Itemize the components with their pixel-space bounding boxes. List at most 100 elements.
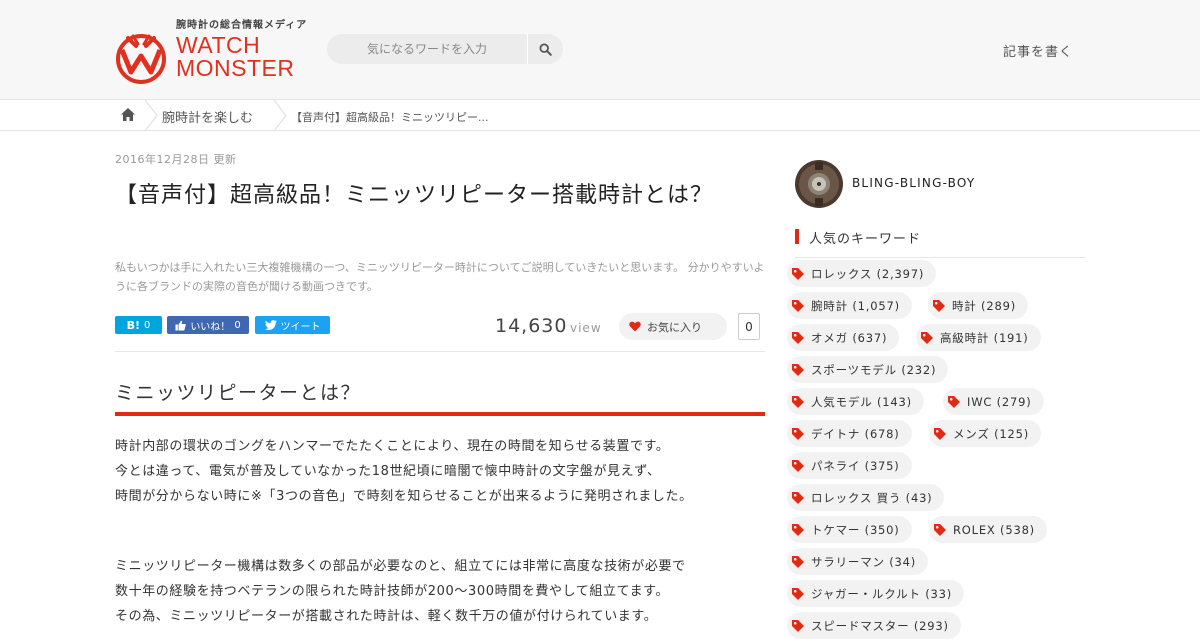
article-paragraph-1: 時計内部の環状のゴングをハンマーでたたくことにより、現在の時間を知らせる装置です…	[115, 434, 765, 509]
view-count: 14,630	[495, 315, 568, 337]
view-count-unit: view	[570, 321, 602, 335]
author-avatar[interactable]	[795, 160, 843, 208]
tag-icon	[934, 523, 946, 536]
keyword-label: メンズ (125)	[953, 426, 1030, 441]
keyword-tag[interactable]: 高級時計 (191)	[916, 324, 1041, 351]
keyword-tag[interactable]: トケマー (350)	[787, 516, 912, 543]
keyword-label: 人気モデル (143)	[811, 394, 912, 409]
keyword-tag[interactable]: IWC (279)	[943, 388, 1044, 415]
keyword-tag[interactable]: オメガ (637)	[787, 324, 900, 351]
tag-icon	[792, 555, 804, 568]
thumbs-up-icon	[175, 320, 187, 330]
tag-icon	[792, 427, 804, 440]
facebook-like-count: 0	[234, 319, 241, 331]
keyword-label: IWC (279)	[967, 394, 1032, 409]
keyword-label: ロレックス 買う (43)	[811, 490, 933, 505]
breadcrumb-item-current: 【音声付】超高級品！ミニッツリピー...	[291, 111, 489, 124]
site-logo[interactable]: 腕時計の総合情報メディア WATCH MONSTER	[114, 14, 314, 86]
logo-mark-icon	[116, 34, 166, 84]
heart-icon	[629, 321, 641, 332]
hatena-bookmark-button[interactable]: B! 0	[115, 316, 162, 334]
keyword-label: サラリーマン (34)	[811, 554, 917, 569]
keyword-label: オメガ (637)	[811, 330, 888, 345]
popular-keywords-title: 人気のキーワード	[809, 232, 922, 247]
site-header: 腕時計の総合情報メディア WATCH MONSTER 記事を書く	[0, 0, 1200, 100]
search-button[interactable]	[527, 34, 563, 64]
breadcrumb-separator	[144, 100, 158, 131]
keyword-tag[interactable]: パネライ (375)	[787, 452, 912, 479]
paragraph-line: 時計内部の環状のゴングをハンマーでたたくことにより、現在の時間を知らせる装置です…	[115, 439, 670, 454]
keyword-label: スピードマスター (293)	[811, 618, 949, 633]
keyword-tag[interactable]: 人気モデル (143)	[787, 388, 924, 415]
tag-icon	[934, 427, 946, 440]
facebook-like-label: いいね！	[190, 321, 231, 333]
popular-keywords-heading: 人気のキーワード	[795, 228, 1085, 258]
favorite-button[interactable]: お気に入り	[619, 313, 727, 340]
keyword-tag[interactable]: スポーツモデル (232)	[787, 356, 949, 383]
facebook-like-button[interactable]: いいね！ 0	[167, 316, 249, 334]
write-article-link[interactable]: 記事を書く	[1003, 41, 1073, 60]
favorite-label: お気に入り	[647, 320, 702, 334]
keyword-label: ROLEX (538)	[953, 522, 1035, 537]
keyword-tag[interactable]: ロレックス (2,397)	[787, 260, 937, 287]
paragraph-line: 数十年の経験を持つベテランの限られた時計技師が200～300時間を費やして組立て…	[115, 584, 670, 599]
article-date: 2016年12月28日 更新	[115, 153, 237, 166]
keyword-label: ジャガー・ルクルト (33)	[811, 586, 953, 601]
breadcrumb: 腕時計を楽しむ 【音声付】超高級品！ミニッツリピー...	[0, 100, 1200, 131]
tag-icon	[792, 395, 804, 408]
search-input[interactable]	[327, 34, 527, 64]
tag-icon	[792, 619, 804, 632]
tag-icon	[792, 363, 804, 376]
breadcrumb-item-category[interactable]: 腕時計を楽しむ	[162, 107, 253, 126]
keyword-label: トケマー (350)	[811, 522, 900, 537]
keyword-tag[interactable]: メンズ (125)	[929, 420, 1042, 447]
keyword-tag[interactable]: サラリーマン (34)	[787, 548, 929, 575]
tag-icon	[792, 267, 804, 280]
paragraph-line: 時間が分からない時に※「3つの音色」で時刻を知らせることが出来るように発明されま…	[115, 489, 693, 504]
keyword-label: 高級時計 (191)	[940, 330, 1029, 345]
tag-icon	[792, 331, 804, 344]
article-paragraph-2: ミニッツリピーター機構は数多くの部品が必要なのと、組立てには非常に高度な技術が必…	[115, 554, 765, 629]
breadcrumb-separator	[273, 100, 287, 131]
tag-icon	[792, 459, 804, 472]
author-avatar-image	[795, 160, 843, 208]
tag-icon	[792, 299, 804, 312]
divider	[115, 351, 765, 352]
keyword-tag[interactable]: ジャガー・ルクルト (33)	[787, 580, 965, 607]
article-lead: 私もいつかは手に入れたい三大複雑機構の一つ、ミニッツリピーター時計についてご説明…	[115, 261, 765, 293]
keyword-label: 腕時計 (1,057)	[811, 298, 900, 313]
keyword-tag[interactable]: ROLEX (538)	[929, 516, 1047, 543]
keyword-label: 時計 (289)	[952, 298, 1016, 313]
twitter-tweet-label: ツイート	[280, 321, 321, 333]
tag-icon	[921, 331, 933, 344]
tag-icon	[792, 587, 804, 600]
tag-icon	[792, 491, 804, 504]
logo-line-1: WATCH	[176, 32, 261, 58]
article-title: 【音声付】超高級品！ミニッツリピーター搭載時計とは？	[115, 183, 714, 208]
tag-icon	[933, 299, 945, 312]
section-heading: ミニッツリピーターとは？	[115, 378, 765, 416]
keyword-tag[interactable]: ロレックス 買う (43)	[787, 484, 945, 511]
author-name[interactable]: BLING-BLING-BOY	[852, 176, 975, 190]
keyword-tag[interactable]: 時計 (289)	[928, 292, 1028, 319]
keyword-label: デイトナ (678)	[811, 426, 900, 441]
twitter-bird-icon	[264, 320, 277, 330]
hatena-count: 0	[144, 319, 151, 331]
paragraph-line: その為、ミニッツリピーターが搭載された時計は、軽く数千万の値が付けられています。	[115, 609, 658, 624]
keyword-tag[interactable]: デイトナ (678)	[787, 420, 912, 447]
search-box	[327, 34, 563, 64]
paragraph-line: 今とは違って、電気が普及していなかった18世紀頃に暗闇で懐中時計の文字盤が見えず…	[115, 464, 661, 479]
tag-icon	[948, 395, 960, 408]
keyword-label: パネライ (375)	[811, 458, 900, 473]
search-icon	[539, 42, 552, 56]
hatena-icon: B!	[126, 318, 141, 332]
twitter-tweet-button[interactable]: ツイート	[255, 316, 330, 334]
keyword-label: ロレックス (2,397)	[811, 266, 925, 281]
home-icon[interactable]	[120, 107, 136, 122]
logo-line-2: MONSTER	[176, 55, 295, 81]
keyword-tag[interactable]: 腕時計 (1,057)	[787, 292, 912, 319]
favorite-count: 0	[738, 313, 760, 340]
keyword-label: スポーツモデル (232)	[811, 362, 937, 377]
logo-wordmark: WATCH MONSTER	[176, 34, 295, 80]
keyword-tag[interactable]: スピードマスター (293)	[787, 612, 961, 639]
